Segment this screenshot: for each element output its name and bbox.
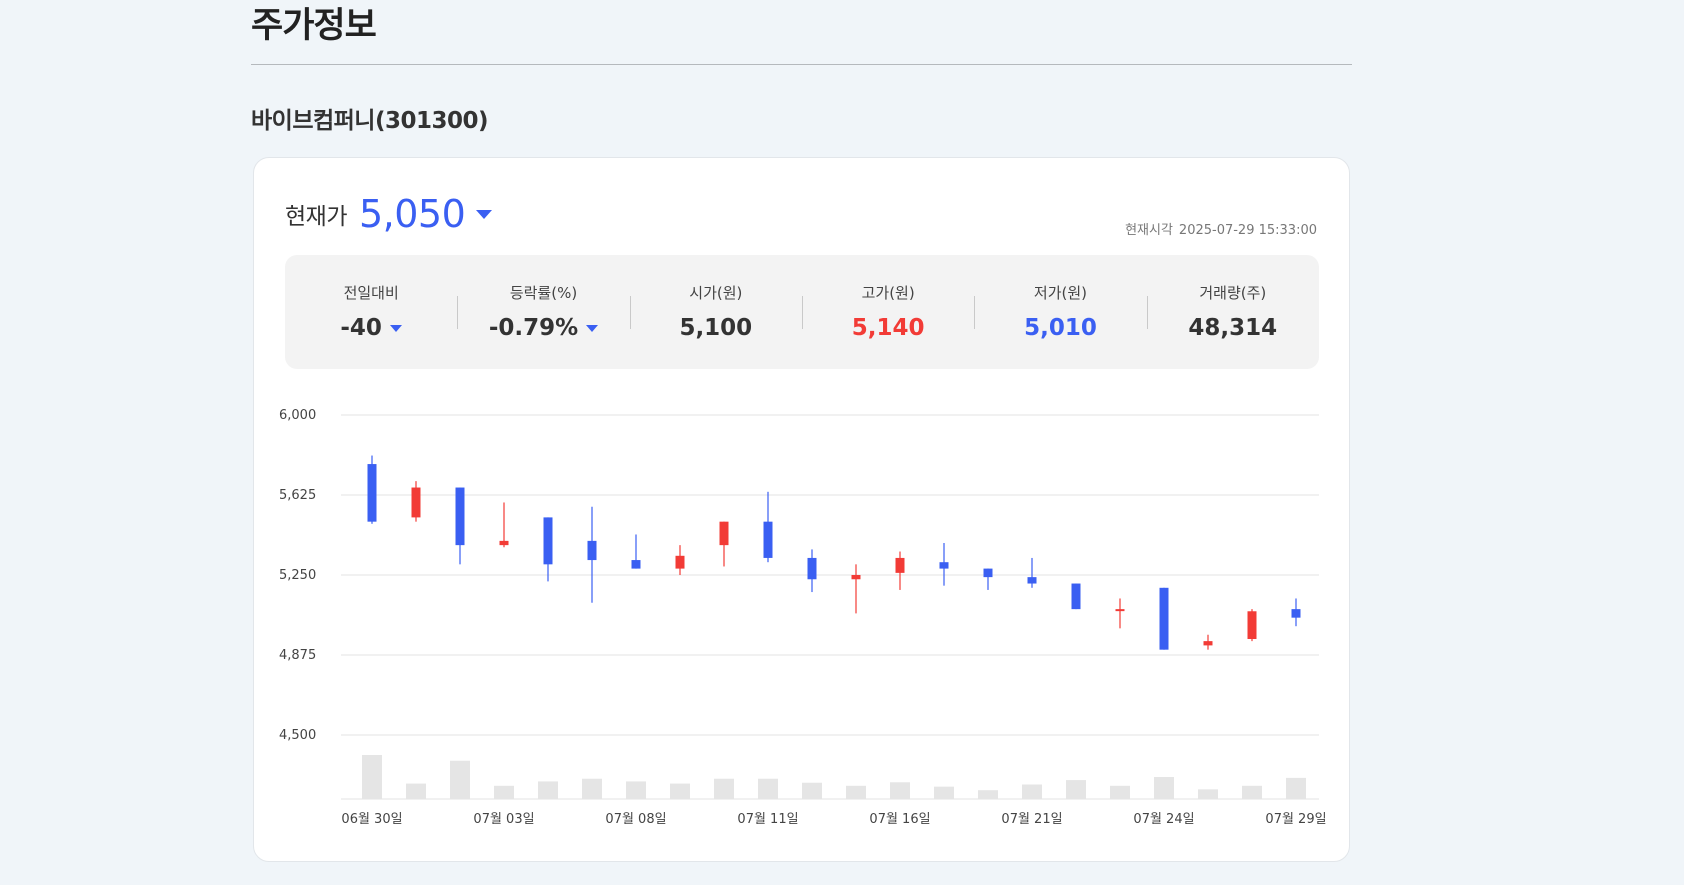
candle-body bbox=[455, 487, 465, 546]
x-tick-label: 07월 21일 bbox=[1001, 812, 1062, 827]
candle-body bbox=[1027, 577, 1037, 584]
candle-body bbox=[587, 540, 597, 561]
volume-bar bbox=[714, 778, 734, 799]
candle-body bbox=[807, 557, 817, 580]
volume-bar bbox=[1066, 780, 1086, 799]
title-divider bbox=[251, 64, 1352, 65]
volume-bar bbox=[1286, 777, 1306, 799]
y-tick-label: 5,250 bbox=[279, 568, 316, 583]
stock-name: 바이브컴퍼니(301300) bbox=[251, 108, 489, 134]
candle-body bbox=[499, 540, 509, 546]
x-tick-label: 07월 24일 bbox=[1133, 812, 1194, 827]
candle-body bbox=[1159, 587, 1169, 650]
candle-body bbox=[1291, 609, 1301, 618]
candle-body bbox=[763, 521, 773, 558]
candlestick-chart: 6,000 5,625 5,250 4,875 4,500 06월 30일 07월 03일 0… bbox=[279, 408, 1327, 827]
x-tick-label: 07월 11일 bbox=[737, 812, 798, 827]
volume-bar bbox=[626, 781, 646, 799]
volume-bar bbox=[406, 783, 426, 799]
y-tick-label: 5,625 bbox=[279, 488, 316, 503]
candle-body bbox=[1247, 611, 1257, 639]
candle-body bbox=[1115, 609, 1125, 612]
candle-body bbox=[719, 521, 729, 546]
candle-body bbox=[1071, 583, 1081, 610]
volume-bar bbox=[978, 790, 998, 799]
x-tick-label: 07월 29일 bbox=[1265, 812, 1326, 827]
volume-bar bbox=[758, 778, 778, 799]
candle-body bbox=[367, 464, 377, 522]
candle-body bbox=[675, 555, 685, 569]
volume-bar bbox=[582, 778, 602, 799]
x-tick-label: 06월 30일 bbox=[341, 812, 402, 827]
x-tick-label: 07월 08일 bbox=[605, 812, 666, 827]
volume-bar bbox=[1022, 784, 1042, 799]
volume-bar bbox=[846, 785, 866, 799]
volume-bar bbox=[538, 781, 558, 799]
volume-bar bbox=[1242, 785, 1262, 799]
candle-body bbox=[895, 557, 905, 573]
candle-body bbox=[411, 487, 421, 518]
volume-bar bbox=[670, 783, 690, 799]
candle-body bbox=[939, 562, 949, 569]
volume-bar bbox=[362, 755, 382, 799]
volume-bar bbox=[450, 760, 470, 799]
volume-bar bbox=[890, 782, 910, 799]
volume-bar bbox=[934, 786, 954, 799]
volume-bar bbox=[802, 782, 822, 799]
y-tick-label: 4,500 bbox=[279, 728, 316, 743]
y-tick-label: 6,000 bbox=[279, 408, 316, 423]
candle-body bbox=[1203, 641, 1213, 646]
volume-bar bbox=[1110, 785, 1130, 799]
page-title: 주가정보 bbox=[251, 6, 377, 46]
stock-card: 현재가 5,050 현재시각 2025-07-29 15:33:00 전일대비 -… bbox=[253, 157, 1350, 862]
candle-body bbox=[543, 517, 553, 565]
candle-body bbox=[631, 560, 641, 569]
volume-bar bbox=[1154, 777, 1174, 799]
candle-body bbox=[851, 575, 861, 580]
y-tick-label: 4,875 bbox=[279, 648, 316, 663]
x-tick-label: 07월 16일 bbox=[869, 812, 930, 827]
x-tick-label: 07월 03일 bbox=[473, 812, 534, 827]
volume-bar bbox=[1198, 789, 1218, 799]
volume-bar bbox=[494, 785, 514, 799]
candle-body bbox=[983, 568, 993, 578]
